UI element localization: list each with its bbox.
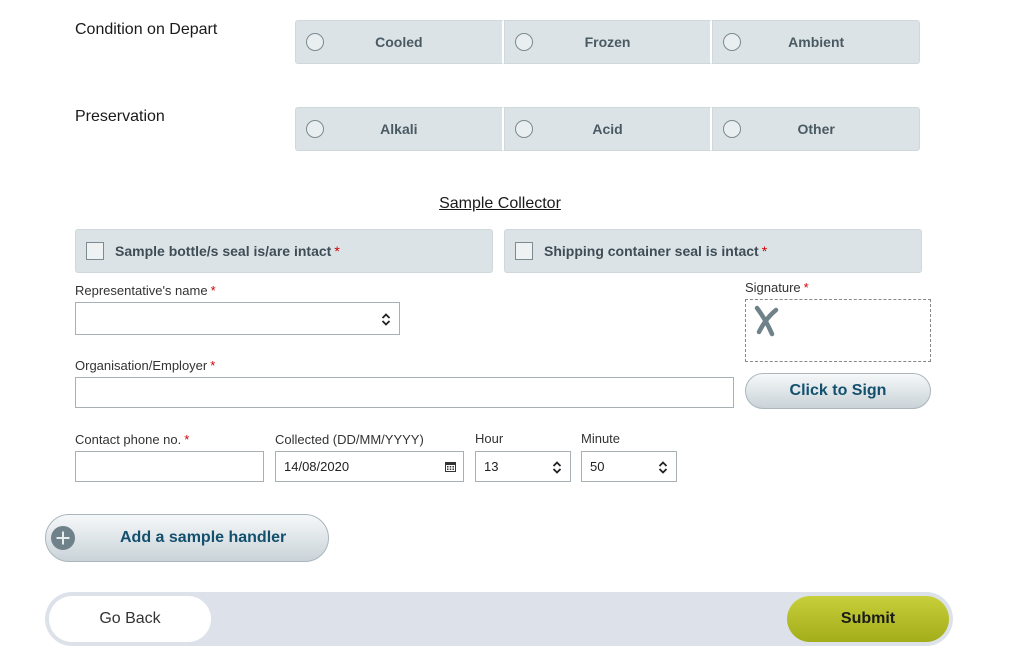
click-to-sign-button[interactable]: Click to Sign [745,373,931,409]
checkbox-label: Shipping container seal is intact * [544,243,768,259]
required-mark: * [210,283,216,298]
calendar-icon[interactable] [445,461,456,472]
org-label: Organisation/Employer * [75,358,216,373]
radio-circle-icon[interactable] [514,120,533,138]
radio-circle-icon[interactable] [723,33,742,51]
checkbox-bottle-seal[interactable]: Sample bottle/s seal is/are intact * [75,229,493,273]
hour-select[interactable]: 13 [475,451,571,482]
radio-label: Frozen [584,34,631,50]
chevron-updown-icon [381,313,391,326]
radio-alkali[interactable]: Alkali [295,107,504,151]
radio-label: Acid [592,121,623,137]
collected-date-input[interactable]: 14/08/2020 [275,451,464,482]
hour-label: Hour [475,431,504,446]
phone-label: Contact phone no. * [75,432,190,447]
required-mark: * [761,243,768,259]
collected-label: Collected (DD/MM/YYYY) [275,432,424,447]
checkbox-square-icon[interactable] [86,242,104,260]
required-mark: * [334,243,340,259]
chevron-updown-icon [658,461,668,474]
checkbox-square-icon[interactable] [515,242,533,260]
radio-circle-icon[interactable] [306,33,324,51]
minute-label: Minute [581,431,621,446]
radio-frozen[interactable]: Frozen [503,20,713,64]
required-mark: * [803,280,809,295]
phone-input[interactable] [75,451,264,482]
collected-date-value: 14/08/2020 [284,459,350,474]
add-sample-handler-button[interactable]: Add a sample handler [45,514,329,562]
minute-value: 50 [590,459,605,474]
section-title-sample-collector: Sample Collector [439,195,561,212]
rep-name-label: Representative's name * [75,283,216,298]
radio-cooled[interactable]: Cooled [295,20,504,64]
radio-acid[interactable]: Acid [503,107,713,151]
add-sample-handler-label: Add a sample handler [120,529,287,546]
hour-value: 13 [484,459,499,474]
chevron-updown-icon [552,461,562,474]
required-mark: * [210,358,216,373]
radio-label: Alkali [380,121,418,137]
preservation-label: Preservation [75,108,165,125]
minute-select[interactable]: 50 [581,451,677,482]
radio-circle-icon[interactable] [514,33,533,51]
signature-x-icon [754,305,779,337]
radio-label: Ambient [788,34,845,50]
go-back-button[interactable]: Go Back [49,596,211,642]
checkbox-container-seal[interactable]: Shipping container seal is intact * [504,229,922,273]
radio-circle-icon[interactable] [306,120,324,138]
submit-button[interactable]: Submit [787,596,949,642]
org-input[interactable] [75,377,734,408]
required-mark: * [184,432,190,447]
radio-label: Cooled [375,34,423,50]
condition-label: Condition on Depart [75,21,218,38]
signature-label: Signature * [745,280,809,295]
radio-circle-icon[interactable] [723,120,742,138]
radio-label: Other [797,121,835,137]
rep-name-select[interactable] [75,302,400,335]
radio-ambient[interactable]: Ambient [712,20,921,64]
signature-box[interactable] [745,299,931,362]
plus-circle-icon [51,526,75,550]
preservation-radio-group: Alkali Acid Other [295,107,921,153]
condition-radio-group: Cooled Frozen Ambient [295,20,921,66]
radio-other[interactable]: Other [712,107,921,151]
checkbox-label: Sample bottle/s seal is/are intact * [115,243,340,259]
